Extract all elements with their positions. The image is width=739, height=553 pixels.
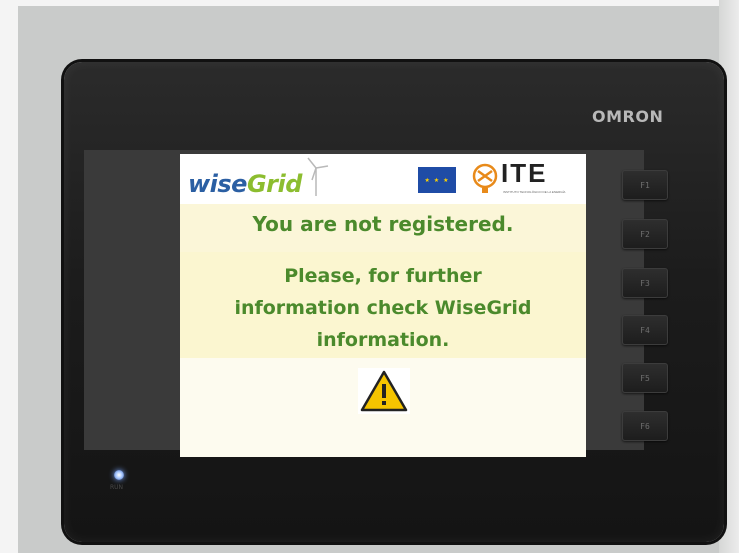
message-body: Please, for further information check Wi…: [180, 260, 586, 356]
wind-turbine-icon: [307, 157, 329, 196]
message-line-1: Please, for further: [284, 265, 482, 287]
ite-subtitle: INSTITUTO TECNOLÓGICO DE LA ENERGÍA: [503, 190, 566, 194]
function-key-f4[interactable]: F4: [622, 315, 668, 345]
wisegrid-logo-grid: Grid: [246, 170, 302, 198]
run-indicator-label: RUN: [110, 484, 124, 491]
message-line-3: information.: [316, 329, 450, 351]
function-key-f6[interactable]: F6: [622, 411, 668, 441]
brand-logo: OMRON: [592, 107, 664, 126]
message-line-2: information check WiseGrid: [234, 297, 532, 319]
function-key-f2[interactable]: F2: [622, 219, 668, 249]
function-key-f1[interactable]: F1: [622, 170, 668, 200]
ite-emblem-icon: [472, 163, 498, 193]
screen-header: wise Grid ★ ★ ★ ITE INSTITUTO TECNOLÓGICO…: [180, 154, 586, 204]
message-title: You are not registered.: [252, 212, 514, 236]
function-key-f5[interactable]: F5: [622, 363, 668, 393]
function-key-f3[interactable]: F3: [622, 268, 668, 298]
wisegrid-logo-wise: wise: [188, 170, 247, 198]
wall-background-top: [0, 0, 739, 6]
run-indicator-led: [114, 470, 124, 480]
wall-background-left: [0, 0, 18, 553]
warning-icon: [358, 368, 410, 414]
eu-flag-icon: ★ ★ ★: [418, 167, 456, 193]
wisegrid-logo: wise Grid: [188, 164, 302, 198]
hmi-screen[interactable]: wise Grid ★ ★ ★ ITE INSTITUTO TECNOLÓGICO…: [180, 154, 586, 457]
ite-logo-text: ITE: [501, 158, 548, 188]
